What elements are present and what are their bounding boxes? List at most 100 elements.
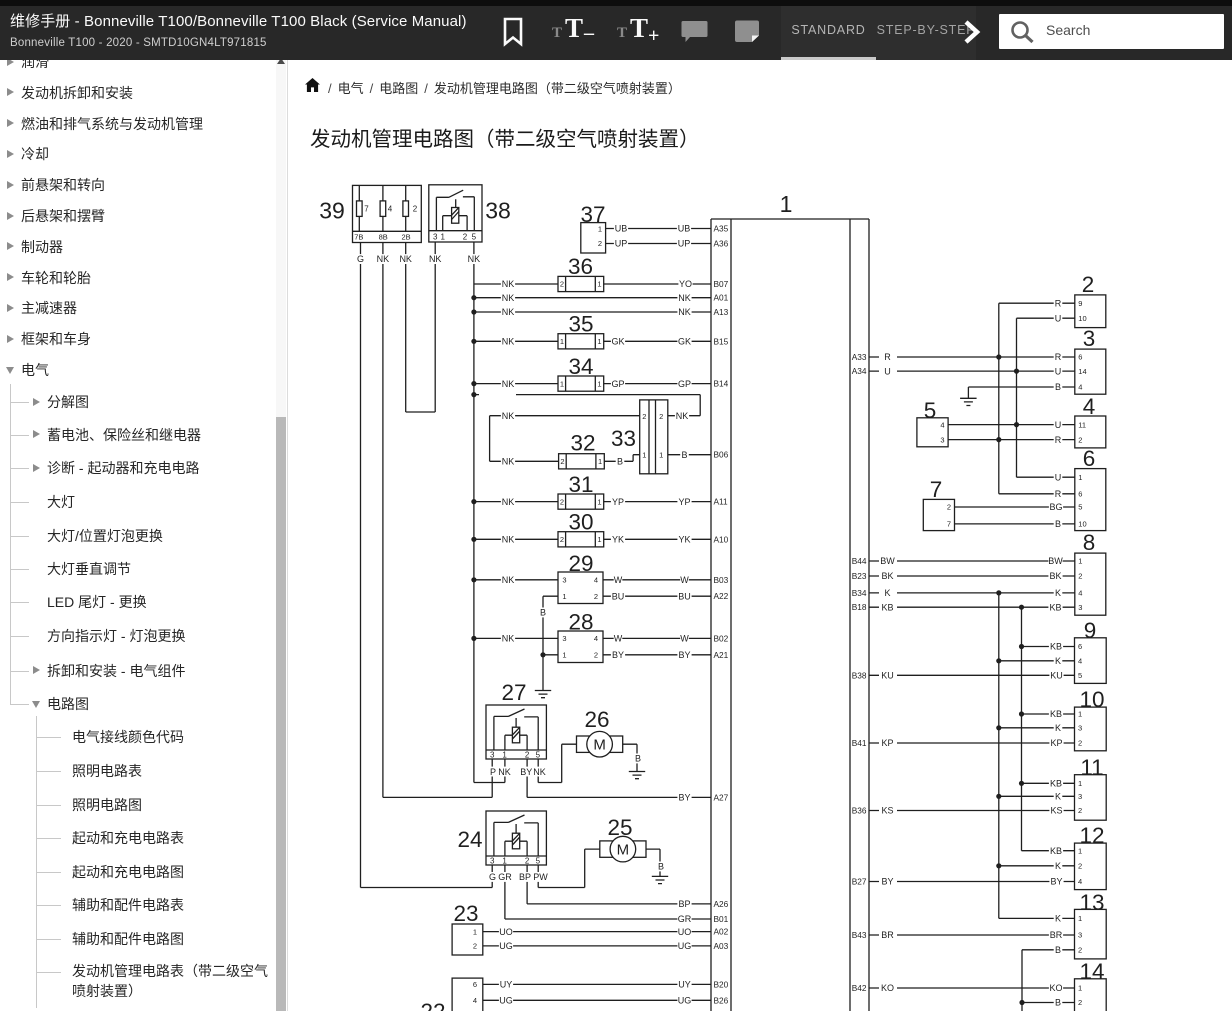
svg-text:B: B xyxy=(1055,519,1061,529)
svg-text:BU: BU xyxy=(612,591,625,601)
svg-text:1: 1 xyxy=(560,379,564,388)
svg-text:2: 2 xyxy=(1078,572,1082,581)
svg-text:B15: B15 xyxy=(714,336,729,346)
svg-text:23: 23 xyxy=(453,901,478,926)
svg-text:GP: GP xyxy=(678,379,691,389)
svg-text:3: 3 xyxy=(1078,792,1082,801)
svg-text:NK: NK xyxy=(498,767,511,777)
svg-text:1: 1 xyxy=(597,337,601,346)
svg-text:NK: NK xyxy=(502,411,515,421)
svg-text:B36: B36 xyxy=(852,806,867,816)
svg-text:1: 1 xyxy=(1078,779,1082,788)
svg-text:NK: NK xyxy=(502,575,515,585)
svg-text:25: 25 xyxy=(607,815,632,840)
svg-text:KP: KP xyxy=(881,738,893,748)
svg-text:2: 2 xyxy=(594,651,598,660)
svg-text:11: 11 xyxy=(1080,755,1103,780)
svg-text:3: 3 xyxy=(1078,603,1082,612)
svg-text:3: 3 xyxy=(490,751,495,760)
svg-text:2: 2 xyxy=(1078,435,1082,444)
svg-text:2: 2 xyxy=(560,280,564,289)
svg-text:1: 1 xyxy=(1078,914,1082,923)
svg-text:1: 1 xyxy=(597,497,601,506)
svg-text:6: 6 xyxy=(1083,446,1096,471)
svg-text:39: 39 xyxy=(319,197,345,223)
svg-text:UY: UY xyxy=(678,980,691,990)
svg-text:9: 9 xyxy=(1084,618,1097,643)
svg-text:A11: A11 xyxy=(714,497,729,507)
svg-text:BY: BY xyxy=(1050,877,1062,887)
svg-text:11: 11 xyxy=(1078,420,1086,429)
svg-text:B18: B18 xyxy=(852,602,867,612)
svg-text:30: 30 xyxy=(568,510,593,535)
svg-text:YP: YP xyxy=(612,497,624,507)
svg-text:2: 2 xyxy=(947,503,951,512)
svg-text:KO: KO xyxy=(881,983,894,993)
svg-text:8B: 8B xyxy=(379,233,388,242)
svg-text:1: 1 xyxy=(598,457,602,466)
svg-text:UP: UP xyxy=(678,239,691,249)
svg-text:BK: BK xyxy=(881,571,893,581)
svg-text:UG: UG xyxy=(499,996,513,1006)
svg-text:BU: BU xyxy=(678,591,691,601)
svg-text:10: 10 xyxy=(1078,314,1086,323)
svg-text:4: 4 xyxy=(594,576,598,585)
svg-text:B27: B27 xyxy=(852,877,867,887)
svg-text:GR: GR xyxy=(678,914,692,924)
svg-text:1: 1 xyxy=(560,337,564,346)
svg-text:B34: B34 xyxy=(852,588,867,598)
svg-text:1: 1 xyxy=(1078,846,1082,855)
svg-text:12: 12 xyxy=(1079,823,1104,848)
svg-text:1: 1 xyxy=(502,857,507,866)
svg-text:3: 3 xyxy=(1078,724,1082,733)
svg-text:BW: BW xyxy=(1048,556,1063,566)
svg-text:R: R xyxy=(1055,298,1062,308)
svg-text:R: R xyxy=(884,352,891,362)
svg-text:28: 28 xyxy=(568,610,593,635)
svg-text:32: 32 xyxy=(570,431,595,456)
svg-text:A33: A33 xyxy=(852,352,867,362)
svg-text:2: 2 xyxy=(560,457,564,466)
svg-text:UG: UG xyxy=(678,941,692,951)
svg-text:U: U xyxy=(1055,313,1062,323)
svg-text:1: 1 xyxy=(780,191,793,217)
svg-text:1: 1 xyxy=(473,927,477,936)
svg-text:A01: A01 xyxy=(714,293,729,303)
svg-text:UP: UP xyxy=(615,239,628,249)
svg-text:3: 3 xyxy=(562,634,566,643)
svg-text:1: 1 xyxy=(659,450,663,459)
svg-text:KU: KU xyxy=(881,671,894,681)
svg-text:YK: YK xyxy=(678,535,690,545)
svg-text:B: B xyxy=(1055,382,1061,392)
svg-text:1: 1 xyxy=(502,751,507,760)
svg-text:A35: A35 xyxy=(714,224,729,234)
svg-text:A34: A34 xyxy=(852,366,867,376)
svg-text:27: 27 xyxy=(501,680,526,705)
svg-text:6: 6 xyxy=(1078,353,1082,362)
svg-text:37: 37 xyxy=(580,202,605,227)
svg-text:M: M xyxy=(593,736,606,753)
svg-text:9: 9 xyxy=(1078,299,1082,308)
svg-text:2: 2 xyxy=(594,592,598,601)
svg-text:4: 4 xyxy=(1078,657,1082,666)
svg-text:1: 1 xyxy=(562,651,566,660)
svg-text:R: R xyxy=(1055,435,1062,445)
svg-text:BY: BY xyxy=(612,650,624,660)
svg-text:B20: B20 xyxy=(714,979,729,989)
svg-text:BY: BY xyxy=(520,767,532,777)
svg-text:W: W xyxy=(614,575,623,585)
svg-text:NK: NK xyxy=(502,293,515,303)
svg-text:GR: GR xyxy=(498,872,512,882)
svg-text:B14: B14 xyxy=(714,379,729,389)
svg-text:A02: A02 xyxy=(714,927,729,937)
svg-text:BK: BK xyxy=(1049,571,1061,581)
svg-text:NK: NK xyxy=(502,337,515,347)
svg-text:3: 3 xyxy=(1078,931,1082,940)
svg-text:2: 2 xyxy=(525,751,530,760)
svg-text:NK: NK xyxy=(533,767,546,777)
svg-text:1: 1 xyxy=(440,233,445,242)
svg-text:2: 2 xyxy=(1078,739,1082,748)
svg-text:7B: 7B xyxy=(354,233,363,242)
svg-text:2: 2 xyxy=(413,204,418,213)
svg-text:1: 1 xyxy=(1078,557,1082,566)
